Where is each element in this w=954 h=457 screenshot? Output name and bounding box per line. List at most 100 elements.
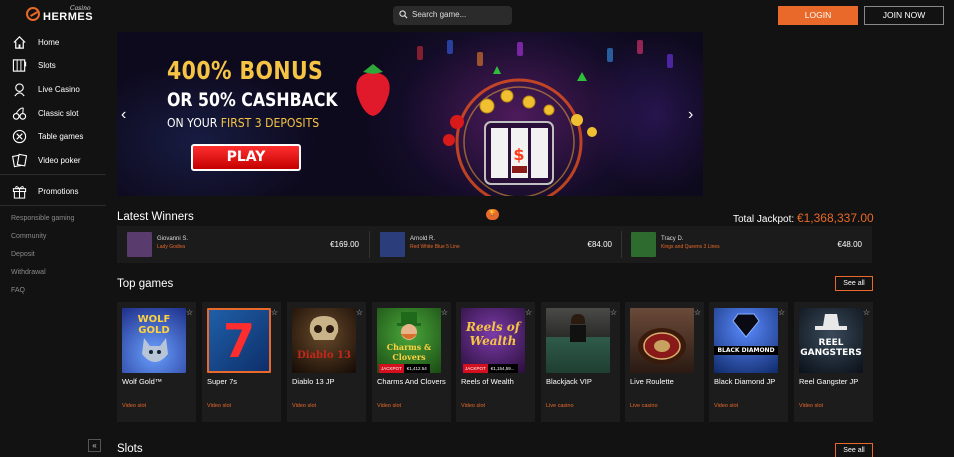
game-thumbnail: BLACK DIAMOND [714,308,778,373]
promo-deposits-prefix: ON YOUR [167,115,221,130]
slots-icon [12,59,27,72]
brand-logo[interactable]: Casino HERMES [26,5,96,27]
sidebar-link-community[interactable]: Community [11,233,46,240]
game-card-reels-of-wealth[interactable]: Reels of Wealth JACKPOT €1,154,59... ☆ Re… [456,302,535,422]
favorite-star-icon[interactable]: ☆ [863,308,870,317]
game-title: Reel Gangster JP [799,377,859,386]
winner-game-thumbnail [380,232,405,257]
sidebar-item-label: Live Casino [38,85,80,94]
total-jackpot: Total Jackpot: €1,368,337.00 [733,211,874,225]
jackpot-value: €1,154,59... [487,364,518,373]
sidebar-divider [0,174,106,175]
game-art-title: Diablo 13 [297,350,351,361]
game-thumbnail: Reels of Wealth JACKPOT €1,154,59... [461,308,525,373]
game-thumbnail: Charms & Clovers JACKPOT €1,412.54 [377,308,441,373]
game-category: Video slot [207,403,232,409]
sidebar-link-deposit[interactable]: Deposit [11,251,35,258]
favorite-star-icon[interactable]: ☆ [525,308,532,317]
game-title: Wolf Gold™ [122,377,163,386]
sidebar-item-video-poker[interactable]: Video poker [12,152,104,170]
join-now-button[interactable]: JOIN NOW [864,6,944,25]
cherry-icon [12,107,27,120]
total-jackpot-amount: €1,368,337.00 [796,211,874,225]
sidebar-item-label: Home [38,38,60,47]
game-category: Video slot [377,403,402,409]
favorite-star-icon[interactable]: ☆ [356,308,363,317]
favorite-star-icon[interactable]: ☆ [441,308,448,317]
game-card-charms-and-clovers[interactable]: Charms & Clovers JACKPOT €1,412.54 ☆ Char… [372,302,451,422]
sidebar-collapse-button[interactable]: « [88,439,101,452]
game-category: Video slot [461,403,486,409]
game-card-super-7s[interactable]: 7 ☆ Super 7s Video slot [202,302,281,422]
search-input[interactable]: Search game... [393,6,512,25]
favorite-star-icon[interactable]: ☆ [694,308,701,317]
winner-game: Kings and Queens 3 Lines [661,244,720,250]
leprechaun-icon [397,312,421,340]
banner-next-arrow-icon[interactable]: › [688,106,693,124]
winner-amount: €169.00 [330,240,359,249]
wolf-icon [142,338,168,362]
sidebar-divider [0,205,106,206]
sidebar-item-home[interactable]: Home [12,34,104,52]
game-card-diablo-13[interactable]: Diablo 13 ☆ Diablo 13 JP Video slot [287,302,366,422]
jackpot-label: JACKPOT [463,364,488,373]
sidebar-item-label: Table games [38,132,84,141]
search-placeholder: Search game... [412,10,467,19]
play-button[interactable]: PLAY [191,144,301,171]
sidebar-item-slots[interactable]: Slots [12,57,104,75]
jackpot-ticker: JACKPOT €1,412.54 [377,364,432,373]
game-card-black-diamond[interactable]: BLACK DIAMOND ☆ Black Diamond JP Video s… [709,302,788,422]
sidebar-item-live-casino[interactable]: Live Casino [12,81,104,99]
game-title: Reels of Wealth [461,377,514,386]
game-category: Live casino [630,403,658,409]
sidebar-item-classic-slot[interactable]: Classic slot [12,105,104,123]
winner-item[interactable]: Giovanni S. Lady Godiva €169.00 [117,226,369,263]
game-title: Black Diamond JP [714,377,776,386]
top-games-see-all-button[interactable]: See all [835,276,873,291]
game-category: Video slot [122,403,147,409]
sidebar-item-label: Classic slot [38,109,79,118]
top-bar: Casino HERMES Search game... LOGIN JOIN … [0,0,954,30]
slots-see-all-button[interactable]: See all [835,443,873,457]
jackpot-value: €1,412.54 [403,364,430,373]
banner-prev-arrow-icon[interactable]: ‹ [121,106,126,124]
favorite-star-icon[interactable]: ☆ [610,308,617,317]
winner-item[interactable]: Tracy D. Kings and Queens 3 Lines €48.00 [621,226,872,263]
winner-amount: €48.00 [837,240,862,249]
game-art-title: BLACK DIAMOND [714,346,778,355]
game-card-blackjack-vip[interactable]: ☆ Blackjack VIP Live casino [541,302,620,422]
winner-item[interactable]: Arnold R. Red White Blue 5 Line €84.00 [370,226,622,263]
sidebar-link-withdrawal[interactable]: Withdrawal [11,269,46,276]
promo-banner[interactable]: $ 400% BONUS OR 50% CASHBACK ON YOUR FIR… [117,32,703,196]
login-button[interactable]: LOGIN [778,6,858,25]
sidebar-item-label: Video poker [38,156,81,165]
favorite-star-icon[interactable]: ☆ [778,308,785,317]
game-title: Super 7s [207,377,238,386]
sidebar: Home Slots Live Casino Classic slot Tabl… [0,30,106,457]
favorite-star-icon[interactable]: ☆ [186,308,193,317]
logo-name-text: HERMES [43,11,94,23]
game-thumbnail: 7 [207,308,271,373]
game-card-live-roulette[interactable]: ☆ Live Roulette Live casino [625,302,704,422]
game-art-title: REEL GANGSTERS [800,338,862,358]
game-title: Diablo 13 JP [292,377,335,386]
sidebar-item-promotions[interactable]: Promotions [12,183,104,201]
winner-game-thumbnail [127,232,152,257]
game-title: Blackjack VIP [546,377,592,386]
game-thumbnail [630,308,694,373]
game-card-wolf-gold[interactable]: WOLF GOLD ☆ Wolf Gold™ Video slot [117,302,196,422]
sidebar-link-responsible-gaming[interactable]: Responsible gaming [11,215,74,222]
game-thumbnail: WOLF GOLD [122,308,186,373]
sidebar-item-table-games[interactable]: Table games [12,128,104,146]
favorite-star-icon[interactable]: ☆ [271,308,278,317]
svg-text:$: $ [513,145,524,164]
sidebar-link-faq[interactable]: FAQ [11,287,25,294]
search-icon [399,10,408,19]
top-games-heading: Top games [117,278,174,290]
game-art-title: 7 [222,314,255,368]
slot-machine-illustration: $ [443,66,597,196]
game-card-reel-gangster[interactable]: REEL GANGSTERS ☆ Reel Gangster JP Video … [794,302,873,422]
promo-deposits-text: ON YOUR FIRST 3 DEPOSITS [167,115,319,130]
game-category: Video slot [714,403,739,409]
dealer-icon [570,314,586,342]
